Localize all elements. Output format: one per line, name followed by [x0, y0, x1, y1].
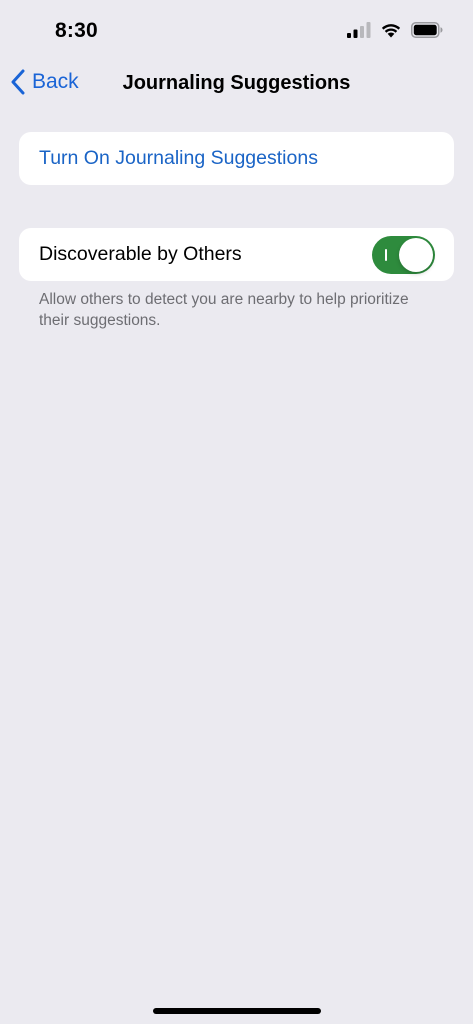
discoverable-label: Discoverable by Others	[39, 243, 242, 265]
turn-on-card: Turn On Journaling Suggestions	[19, 132, 454, 185]
discoverable-toggle[interactable]	[372, 236, 435, 274]
status-time: 8:30	[55, 19, 98, 42]
journaling-suggestions-screen: 8:30 Back Journaling Suggestions Turn On…	[0, 0, 473, 1024]
discoverable-card: Discoverable by Others	[19, 228, 454, 281]
navigation-bar: Back Journaling Suggestions	[0, 60, 473, 108]
turn-on-journaling-suggestions-button[interactable]: Turn On Journaling Suggestions	[39, 147, 318, 170]
wifi-icon	[381, 24, 401, 38]
cellular-signal-icon	[347, 22, 371, 38]
discoverable-footer-note: Allow others to detect you are nearby to…	[39, 291, 409, 329]
toggle-on-indicator	[385, 249, 387, 261]
status-bar: 8:30	[0, 0, 473, 60]
toggle-knob	[399, 238, 433, 272]
home-indicator[interactable]	[153, 1008, 321, 1014]
battery-icon	[411, 22, 443, 38]
page-title: Journaling Suggestions	[122, 72, 351, 94]
status-icons	[347, 22, 443, 38]
